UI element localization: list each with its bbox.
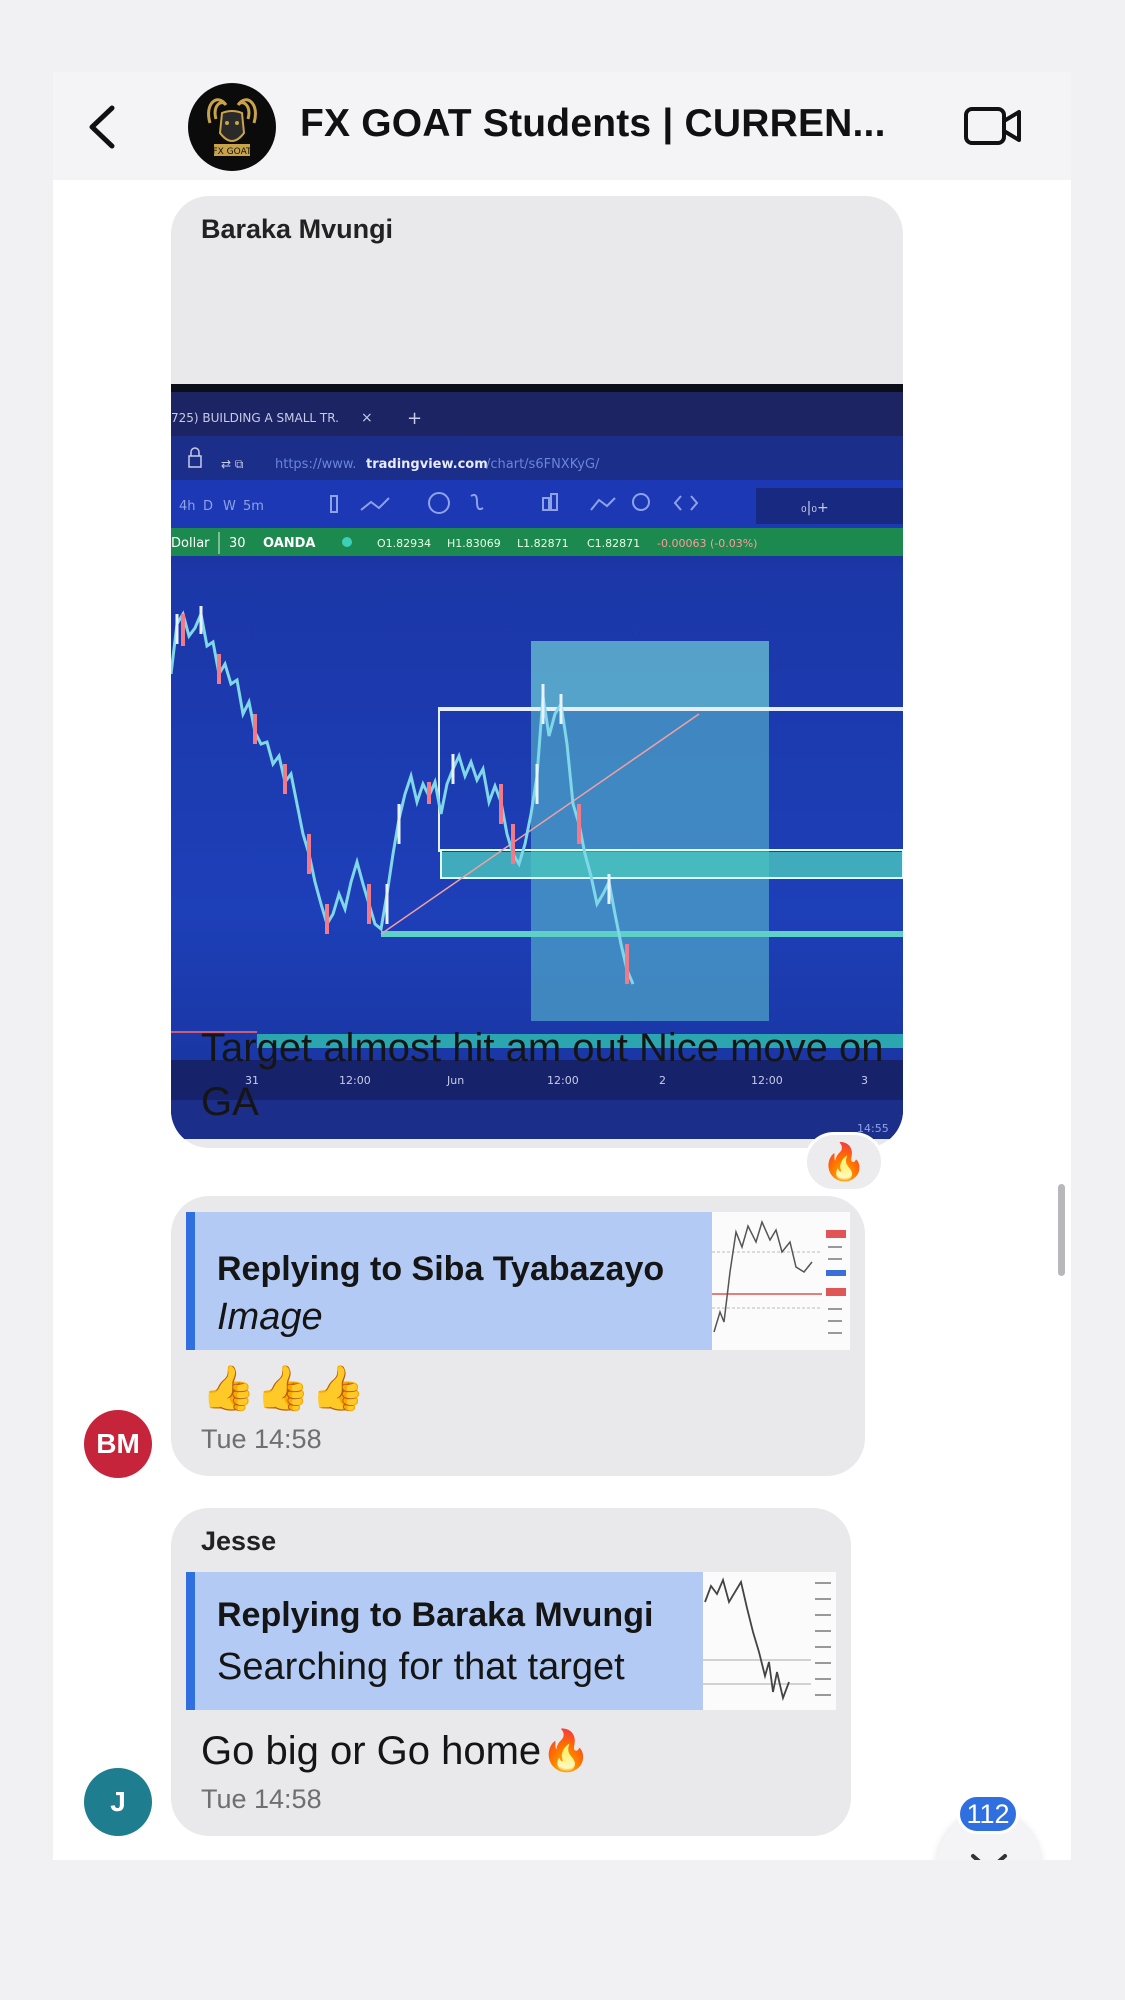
video-camera-icon — [964, 107, 1021, 145]
group-title[interactable]: FX GOAT Students | CURREN... — [300, 102, 886, 146]
message-timestamp: Tue 14:58 — [201, 1784, 322, 1814]
browser-tab-close: × — [361, 410, 373, 426]
message-bubble-image[interactable]: Baraka Mvungi 725) BUILDING A SMALL TR. … — [171, 196, 903, 1148]
ohlc-low: L1.82871 — [517, 537, 569, 550]
video-call-button[interactable] — [963, 104, 1023, 148]
sender-name: Baraka Mvungi — [201, 214, 394, 244]
browser-new-tab: + — [407, 408, 422, 429]
reply-thumbnail — [712, 1212, 850, 1350]
indicators-glyph: ₀|₀+ — [801, 500, 829, 516]
svg-text:4h: 4h — [179, 499, 196, 514]
chat-header: FX GOAT FX GOAT Students | CURREN... — [53, 72, 1071, 180]
message-bubble-reply[interactable]: Jesse Replying to Baraka Mvungi Searchin… — [171, 1508, 851, 1836]
broker-name: OANDA — [263, 536, 316, 551]
reaction-badge[interactable]: 🔥 — [804, 1132, 884, 1192]
message-text-emoji: 👍👍👍 — [201, 1364, 366, 1413]
message-bubble-reply[interactable]: Replying to Siba Tyabazayo Image 👍👍👍 Tue… — [171, 1196, 865, 1476]
chat-screen: FX GOAT FX GOAT Students | CURREN... Bar… — [53, 72, 1071, 1860]
url-prefix: https://www. — [275, 457, 356, 472]
avatar[interactable]: BM — [84, 1410, 152, 1478]
browser-tab-title: 725) BUILDING A SMALL TR. — [171, 411, 339, 425]
goat-logo-icon: FX GOAT — [207, 98, 257, 157]
reply-preview: Searching for that target — [217, 1646, 625, 1688]
fire-emoji-icon: 🔥 — [821, 1141, 867, 1182]
reply-preview: Image — [217, 1296, 323, 1338]
back-button[interactable] — [79, 102, 129, 152]
svg-text:5m: 5m — [243, 499, 264, 514]
reply-quote[interactable]: Replying to Siba Tyabazayo Image — [186, 1212, 850, 1350]
svg-text:D: D — [203, 499, 213, 514]
message-timestamp: Tue 14:58 — [201, 1424, 322, 1454]
avatar[interactable]: J — [84, 1768, 152, 1836]
group-avatar[interactable]: FX GOAT — [188, 83, 276, 171]
url-domain: tradingview.com — [366, 457, 488, 472]
reply-thumbnail — [703, 1572, 836, 1710]
svg-text:W: W — [223, 499, 236, 514]
support-zone — [441, 852, 903, 878]
ohlc-change: -0.00063 (-0.03%) — [657, 537, 757, 550]
symbol-timeframe: 30 — [229, 536, 246, 551]
message-text: Go big or Go home🔥 — [201, 1729, 591, 1773]
message-text: Target almost hit am out Nice move on GA — [201, 1026, 884, 1124]
toolbar-glyphs: ⇄ ⧉ — [221, 457, 244, 471]
chevron-left-icon — [89, 105, 115, 149]
scrollbar[interactable] — [1058, 1184, 1065, 1276]
unread-count-badge: 112 — [957, 1794, 1019, 1834]
reply-to-label: Replying to Siba Tyabazayo — [217, 1250, 665, 1288]
url-path: /chart/s6FNXKyG/ — [486, 457, 600, 472]
symbol-name: Dollar — [171, 536, 210, 551]
chart-thumbnail-icon — [712, 1212, 850, 1350]
sender-name: Jesse — [201, 1526, 277, 1556]
reply-quote[interactable]: Replying to Baraka Mvungi Searching for … — [186, 1572, 836, 1710]
svg-text:FX GOAT: FX GOAT — [212, 147, 252, 157]
ohlc-close: C1.82871 — [587, 537, 640, 550]
reply-to-label: Replying to Baraka Mvungi — [217, 1596, 654, 1634]
chart-thumbnail-icon — [703, 1572, 836, 1710]
ohlc-open: O1.82934 — [377, 537, 431, 550]
ohlc-high: H1.83069 — [447, 537, 501, 550]
